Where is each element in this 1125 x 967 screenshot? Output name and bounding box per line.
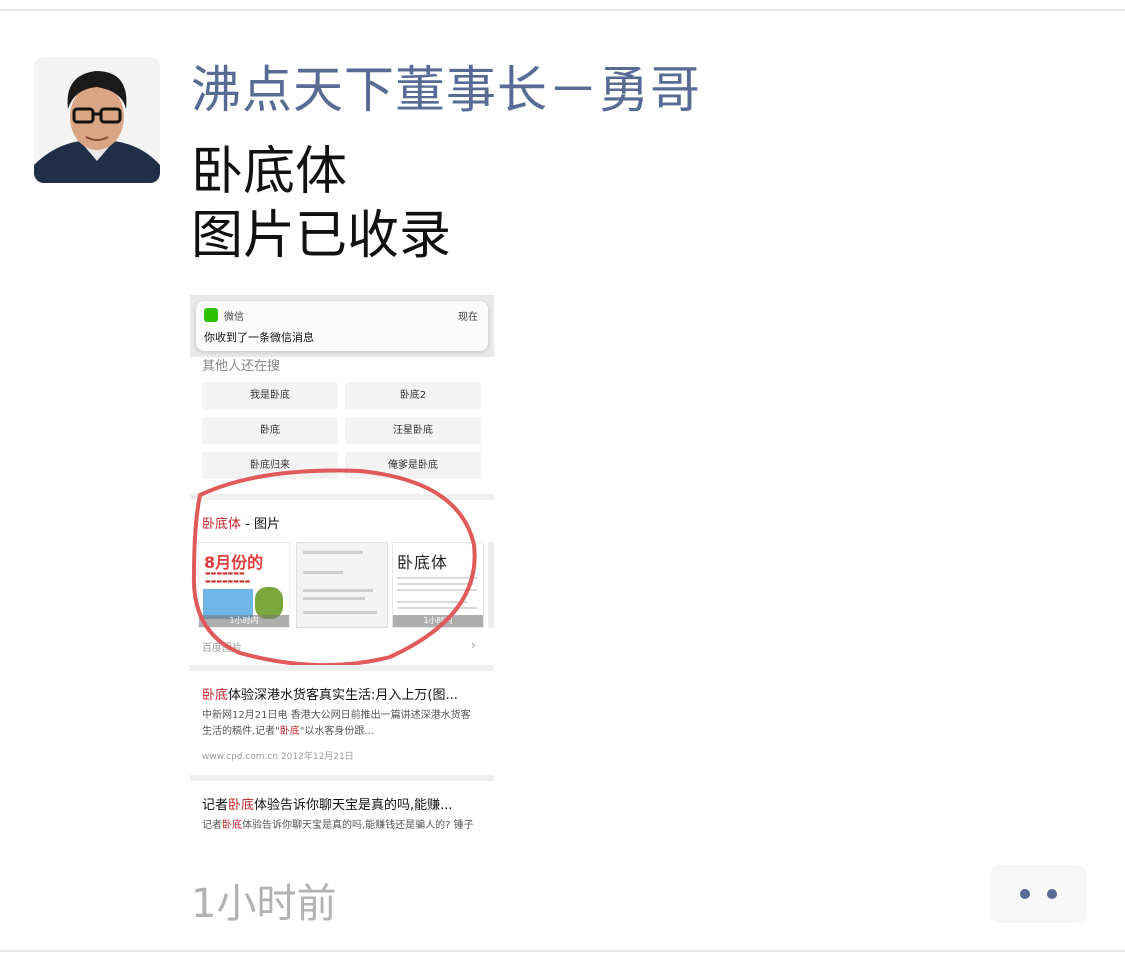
result-title-2: 记者卧底体验告诉你聊天宝是真的吗,能赚... (202, 794, 453, 813)
result-desc-1: 中新网12月21日电 香港大公网日前推出一篇讲述深港水货客 生活的稿件,记者"卧… (202, 708, 471, 740)
wechat-icon (204, 308, 218, 322)
result1-title-rest: 体验深港水货客真实生活:月入上万(图... (228, 688, 458, 703)
result1-desc-pre: 生活的稿件,记者" (202, 726, 280, 737)
more-dots-icon (1047, 889, 1057, 899)
result-desc-2: 记者卧底体验告诉你聊天宝是真的吗,能赚钱还是骗人的? 锤子 (202, 818, 474, 834)
more-dots-icon (1020, 889, 1030, 899)
result2-title-rest: 体验告诉你聊天宝是真的吗,能赚... (254, 798, 453, 813)
search-chip: 我是卧底 (202, 382, 338, 409)
section-separator (190, 665, 494, 671)
notification-time: 现在 (458, 312, 478, 323)
bottom-divider (0, 950, 1125, 952)
result1-desc-post: "以水客身份跟... (299, 726, 374, 737)
search-chip: 卧底 (202, 417, 338, 444)
result2-title-highlight: 卧底 (228, 798, 255, 813)
section-separator (190, 775, 494, 781)
result2-desc-post: 体验告诉你聊天宝是真的吗,能赚钱还是骗人的? 锤子 (242, 820, 474, 831)
post-text: 卧底体 图片已收录 (191, 140, 451, 268)
result1-desc-line1: 中新网12月21日电 香港大公网日前推出一篇讲述深港水货客 (202, 710, 471, 721)
post-time: 1小时前 (191, 881, 337, 927)
wechat-notification: 微信 现在 你收到了一条微信消息 (196, 301, 488, 351)
result2-desc-pre: 记者 (202, 820, 222, 831)
result1-desc-highlight: 卧底 (279, 726, 300, 737)
post-author[interactable]: 沸点天下董事长－勇哥 (191, 60, 701, 120)
result-meta-1: www.cpd.com.cn 2012年12月21日 (202, 752, 354, 762)
search-chip: 汪星卧底 (345, 417, 481, 444)
result2-desc-highlight: 卧底 (222, 820, 242, 831)
red-annotation-circle (191, 468, 477, 668)
notification-app: 微信 (224, 312, 244, 323)
search-chip: 卧底2 (345, 382, 481, 409)
avatar[interactable] (34, 57, 160, 183)
result1-desc-line2: 生活的稿件,记者"卧底"以水客身份跟... (202, 724, 471, 740)
result-title-1: 卧底体验深港水货客真实生活:月入上万(图... (202, 684, 458, 703)
avatar-photo (34, 57, 160, 183)
more-button[interactable] (991, 865, 1086, 923)
others-search-label: 其他人还在搜 (202, 359, 281, 374)
result1-title-highlight: 卧底 (202, 688, 229, 703)
top-divider (0, 9, 1125, 11)
post-text-line-2: 图片已收录 (191, 206, 452, 266)
notification-message: 你收到了一条微信消息 (204, 331, 314, 344)
result2-title-pre: 记者 (202, 798, 229, 813)
post-image[interactable]: 微信 现在 你收到了一条微信消息 其他人还在搜 我是卧底 卧底2 卧底 汪星卧底… (190, 295, 494, 835)
post-text-line-1: 卧底体 (191, 142, 348, 202)
